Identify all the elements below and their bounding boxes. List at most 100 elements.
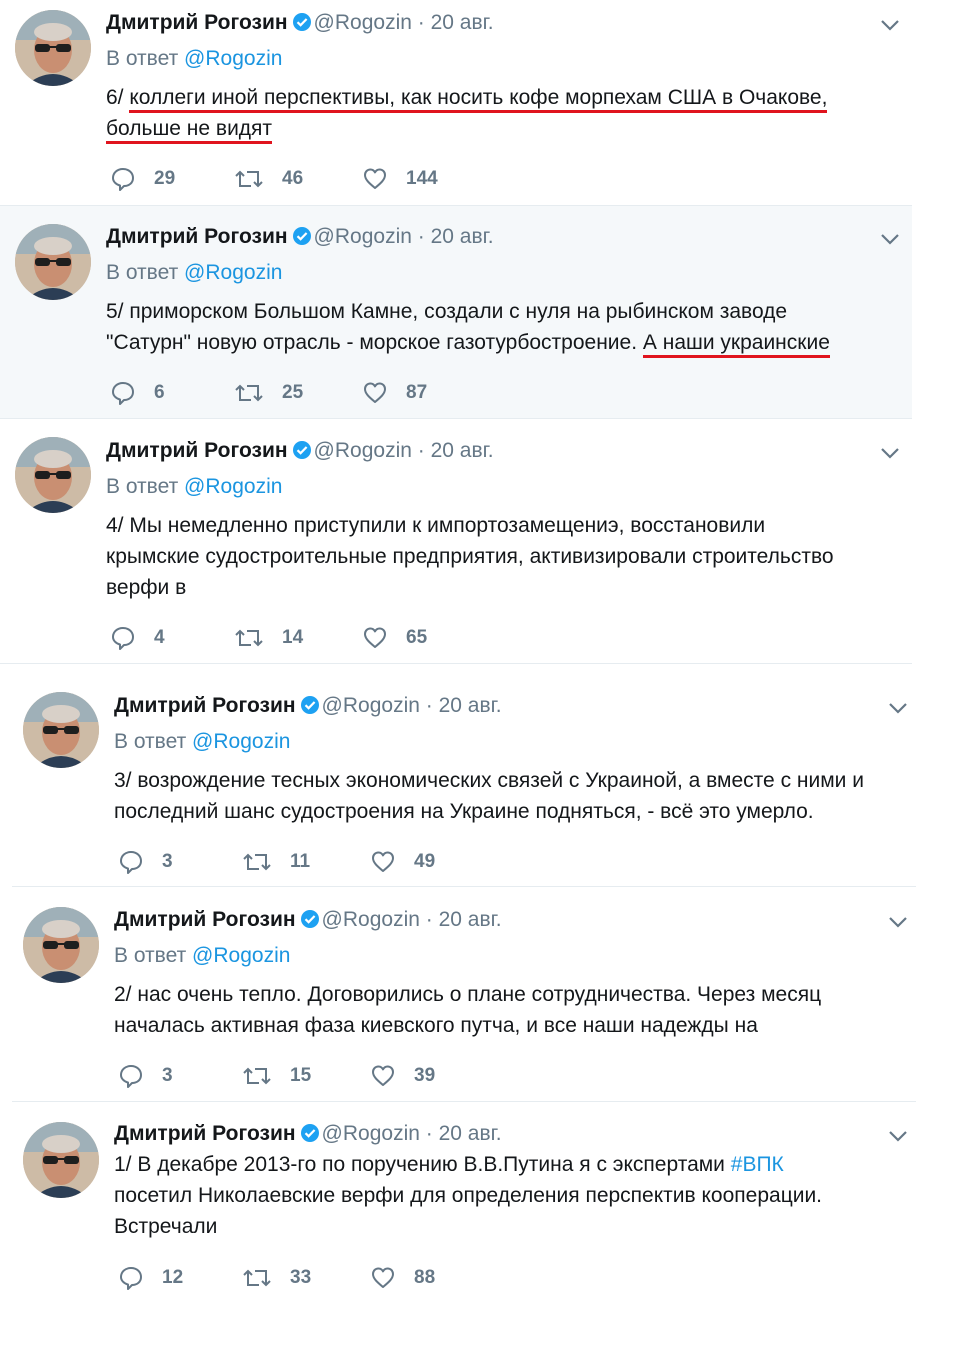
author-name[interactable]: Дмитрий Рогозин: [106, 225, 288, 248]
tweet-text-line: 3/ возрождение тесных экономических связ…: [114, 769, 864, 792]
author-name[interactable]: Дмитрий Рогозин: [114, 908, 296, 931]
like-button[interactable]: 65: [362, 623, 427, 653]
tweet-text: 3/ возрождение тесных экономических связ…: [114, 765, 864, 827]
tweet-text: 5/ приморском Большом Камне, создали с н…: [106, 296, 830, 358]
reply-icon: [120, 1267, 142, 1290]
reply-icon: [112, 168, 134, 191]
reply-button[interactable]: 29: [110, 164, 175, 194]
hashtag-link[interactable]: #ВПК: [731, 1153, 784, 1176]
reply-context: В ответ @Rogozin: [106, 260, 282, 286]
tweet[interactable]: Дмитрий Рогозин @Rogozin · 20 авг. В отве…: [0, 887, 920, 1101]
author-handle[interactable]: @Rogozin: [314, 11, 412, 34]
like-count: 49: [414, 851, 436, 872]
tweet-text-line: 1/ В декабре 2013-го по поручению В.В.Пу…: [114, 1149, 822, 1180]
retweet-button[interactable]: 14: [234, 623, 303, 653]
author-handle[interactable]: @Rogozin: [314, 439, 412, 462]
chevron-down-icon[interactable]: [877, 12, 903, 38]
tweet[interactable]: Дмитрий Рогозин @Rogozin · 20 авг. В отве…: [0, 0, 912, 205]
tweet-text-line: верфи в: [106, 576, 187, 599]
tweet-actions: 6 25 87: [110, 378, 510, 408]
tweet-date[interactable]: 20 авг.: [439, 694, 502, 717]
reply-prefix: В ответ: [114, 730, 187, 753]
tweet-date[interactable]: 20 авг.: [439, 908, 502, 931]
heart-icon: [364, 627, 386, 648]
like-button[interactable]: 88: [370, 1263, 435, 1293]
avatar[interactable]: [15, 437, 91, 513]
avatar[interactable]: [23, 907, 99, 983]
tweet-header: Дмитрий Рогозин @Rogozin · 20 авг.: [114, 693, 502, 722]
like-button[interactable]: 87: [362, 378, 427, 408]
reply-button[interactable]: 6: [110, 378, 165, 408]
like-button[interactable]: 39: [370, 1061, 435, 1091]
author-name[interactable]: Дмитрий Рогозин: [106, 11, 288, 34]
tweet-text: 2/ нас очень тепло. Договорились о плане…: [114, 979, 821, 1041]
reply-button[interactable]: 3: [118, 847, 173, 877]
author-name[interactable]: Дмитрий Рогозин: [114, 1122, 296, 1145]
reply-count: 4: [154, 627, 165, 648]
underlined-text: А наши украинские: [642, 331, 830, 358]
tweet-date[interactable]: 20 авг.: [431, 439, 494, 462]
like-count: 65: [406, 627, 428, 648]
avatar[interactable]: [23, 692, 99, 768]
like-button[interactable]: 49: [370, 847, 435, 877]
verified-badge-icon: [292, 440, 312, 467]
reply-button[interactable]: 3: [118, 1061, 173, 1091]
reply-icon: [120, 1065, 142, 1088]
chevron-down-icon[interactable]: [877, 226, 903, 252]
tweet-text-line: крымские судостроительные предприятия, а…: [106, 545, 834, 568]
reply-icon: [120, 851, 142, 874]
tweet[interactable]: Дмитрий Рогозин @Rogozin · 20 авг. В отве…: [0, 664, 920, 886]
tweet-text-line: Встречали: [114, 1215, 218, 1238]
author-handle[interactable]: @Rogozin: [314, 225, 412, 248]
tweet-text-line: больше не видят: [106, 113, 827, 144]
retweet-button[interactable]: 15: [242, 1061, 311, 1091]
reply-button[interactable]: 4: [110, 623, 165, 653]
chevron-down-icon[interactable]: [885, 1123, 911, 1149]
tweet[interactable]: Дмитрий Рогозин @Rogozin · 20 авг. В отве…: [0, 419, 912, 663]
author-name[interactable]: Дмитрий Рогозин: [114, 694, 296, 717]
like-button[interactable]: 144: [362, 164, 438, 194]
chevron-down-icon[interactable]: [885, 909, 911, 935]
verified-badge-icon: [292, 226, 312, 253]
retweet-button[interactable]: 46: [234, 164, 303, 194]
reply-mention[interactable]: @Rogozin: [184, 475, 282, 498]
tweet-header: Дмитрий Рогозин @Rogozin · 20 авг.: [114, 907, 502, 936]
tweet-date[interactable]: 20 авг.: [431, 11, 494, 34]
tweet-date[interactable]: 20 авг.: [431, 225, 494, 248]
verified-badge-icon: [300, 1123, 320, 1150]
tweet-actions: 29 46 144: [110, 164, 510, 194]
avatar[interactable]: [15, 10, 91, 86]
retweet-icon: [243, 1269, 271, 1287]
avatar[interactable]: [23, 1122, 99, 1198]
retweet-button[interactable]: 11: [242, 847, 310, 877]
reply-prefix: В ответ: [114, 944, 187, 967]
reply-mention[interactable]: @Rogozin: [184, 47, 282, 70]
tweet-header: Дмитрий Рогозин @Rogozin · 20 авг.: [106, 224, 494, 253]
reply-icon: [112, 382, 134, 405]
tweet[interactable]: Дмитрий Рогозин @Rogozin · 20 авг. 1/ В д…: [0, 1102, 920, 1352]
heart-icon: [372, 851, 394, 872]
retweet-count: 46: [282, 168, 304, 189]
reply-mention[interactable]: @Rogozin: [184, 261, 282, 284]
reply-mention[interactable]: @Rogozin: [192, 944, 290, 967]
retweet-icon: [243, 853, 271, 871]
chevron-down-icon[interactable]: [877, 440, 903, 466]
reply-mention[interactable]: @Rogozin: [192, 730, 290, 753]
reply-context: В ответ @Rogozin: [114, 943, 290, 969]
tweet-date[interactable]: 20 авг.: [439, 1122, 502, 1145]
author-handle[interactable]: @Rogozin: [322, 1122, 420, 1145]
author-handle[interactable]: @Rogozin: [322, 908, 420, 931]
reply-button[interactable]: 12: [118, 1263, 183, 1293]
retweet-button[interactable]: 25: [234, 378, 303, 408]
tweet-header: Дмитрий Рогозин @Rogozin · 20 авг.: [114, 1121, 502, 1150]
retweet-icon: [235, 170, 263, 188]
chevron-down-icon[interactable]: [885, 695, 911, 721]
text-segment: 6/: [106, 86, 130, 109]
avatar[interactable]: [15, 224, 91, 300]
tweet[interactable]: Дмитрий Рогозин @Rogozin · 20 авг. В отве…: [0, 206, 912, 418]
author-handle[interactable]: @Rogozin: [322, 694, 420, 717]
text-segment: 1/ В декабре 2013-го по поручению В.В.Пу…: [114, 1153, 731, 1176]
author-name[interactable]: Дмитрий Рогозин: [106, 439, 288, 462]
reply-context: В ответ @Rogozin: [106, 474, 282, 500]
retweet-button[interactable]: 33: [242, 1263, 311, 1293]
